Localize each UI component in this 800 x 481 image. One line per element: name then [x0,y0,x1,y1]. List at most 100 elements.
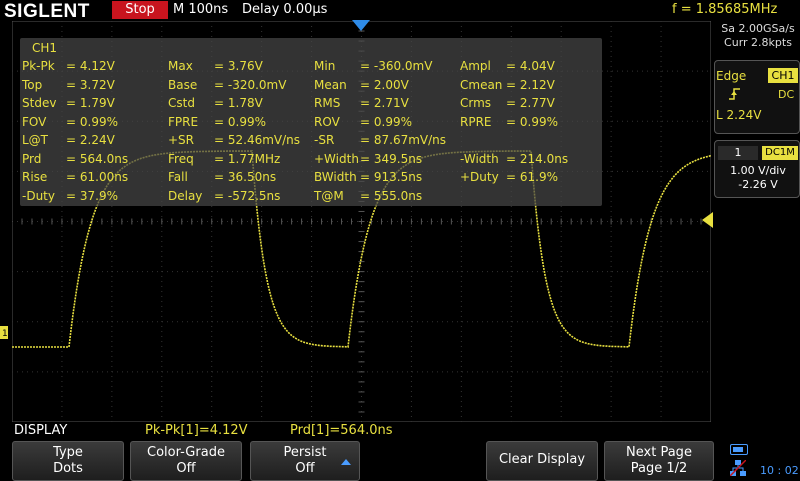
measurement-value: = 555.0ns [360,188,423,203]
measurement-value: = 52.46mV/ns [214,133,301,147]
channel-number: 1 [718,146,758,160]
measurement-value: = 564.0ns [66,151,129,166]
rising-edge-icon [729,88,740,100]
run-stop-indicator[interactable]: Stop [112,1,168,19]
measurement-label: Freq [168,151,194,166]
measurement-value: = -360.0mV [360,59,433,73]
persist-softkey[interactable]: Persist Off [250,441,360,481]
next-page-softkey[interactable]: Next Page Page 1/2 [604,441,714,481]
measurement-value: = 1.77MHz [214,151,281,166]
channel-scale: 1.00 V/div [730,164,786,177]
trigger-level: L 2.24V [716,108,762,122]
persist-value: Off [295,461,315,476]
measurement-value: = 0.99% [214,114,266,129]
trigger-source: CH1 [768,68,798,83]
color-grade-value: Off [176,461,196,476]
measurement-value: = 61.00ns [66,170,129,184]
measurement-value: = 1.78V [214,96,263,110]
trigger-level-marker-icon[interactable] [702,212,713,228]
measurement-value: = -320.0mV [214,77,287,92]
measurement-label: -Width [460,151,499,166]
measurement-value: = 913.5ns [360,170,423,184]
measurement-value: = 2.77V [506,96,555,110]
measurement-label: L@T [22,133,49,147]
frequency-counter: f = 1.85685MHz [672,2,778,17]
measurement-label: RPRE [460,114,492,129]
color-grade-softkey[interactable]: Color-Grade Off [130,441,242,481]
measurement-value: = 214.0ns [506,151,569,166]
measurement-label: Stdev [22,96,57,110]
measure-readout-prd: Prd[1]=564.0ns [290,423,393,438]
type-label: Type [53,445,83,460]
measurement-label: +Duty [460,170,499,184]
type-softkey[interactable]: Type Dots [12,441,124,481]
measure-readout-pkpk: Pk-Pk[1]=4.12V [145,423,248,438]
measurement-value: = 3.76V [214,59,263,73]
channel-coupling: DC1M [762,146,798,160]
measurement-label: Pk-Pk [22,59,55,73]
memory-depth: Curr 2.8kpts [724,36,792,49]
trigger-position-marker-icon[interactable] [352,20,370,32]
ch1-offset-marker-icon[interactable]: 1 [0,326,9,340]
measurement-label: ROV [314,114,340,129]
measurement-value: = 0.99% [360,114,412,129]
measurement-label: +SR [168,133,195,147]
measurement-label: Crms [460,96,492,110]
timebase-readout[interactable]: M 100ns [173,2,228,17]
svg-text:1: 1 [2,329,8,339]
chevron-up-icon [341,459,351,465]
measurement-label: Prd [22,151,42,166]
menu-name: DISPLAY [14,423,68,438]
measurement-value: = 37.9% [66,188,118,203]
color-grade-label: Color-Grade [147,445,225,460]
measurement-panel-title: CH1 [32,41,58,55]
brand-logo: SIGLENT [4,1,90,22]
measurement-label: Delay [168,188,203,203]
measurement-label: T@M [314,188,344,203]
measurement-value: = 36.50ns [214,170,277,184]
clear-display-button[interactable]: Clear Display [486,441,598,481]
measurement-label: Ampl [460,59,491,73]
measurement-label: Top [22,77,43,92]
trigger-coupling: DC [778,88,795,101]
clock: 10 : 02 [760,464,799,477]
measurement-label: RMS [314,96,341,110]
measurement-label: FOV [22,114,47,129]
measurement-label: Fall [168,170,188,184]
next-page-label: Next Page [626,445,692,460]
measurement-value: = 1.79V [66,96,115,110]
type-value: Dots [53,461,83,476]
measurement-label: Min [314,59,336,73]
measurement-value: = 61.9% [506,170,558,184]
measurement-label: Max [168,59,193,73]
measurement-label: FPRE [168,114,199,129]
measurement-label: -SR [314,133,335,147]
sample-rate: Sa 2.00GSa/s [721,22,795,35]
delay-readout[interactable]: Delay 0.00µs [242,2,327,17]
measurement-label: Cstd [168,96,195,110]
measurement-value: = 4.04V [506,59,555,73]
network-icon [730,460,746,476]
measurement-label: Rise [22,170,48,184]
acquisition-info: Sa 2.00GSa/s Curr 2.8kpts [716,22,800,50]
measurement-value: = 87.67mV/ns [360,133,447,147]
measurement-value: = 2.00V [360,77,409,92]
trigger-type: Edge [716,69,747,83]
measurement-value: = 0.99% [66,114,118,129]
clear-display-label: Clear Display [498,452,586,467]
measurement-value: = 2.24V [66,133,115,147]
measurement-label: Cmean [460,77,503,92]
page-indicator: Page 1/2 [630,461,688,476]
channel-offset: -2.26 V [738,178,778,191]
measurement-label: -Duty [22,188,55,203]
measurement-value: = 2.12V [506,77,555,92]
measurement-value: = 0.99% [506,114,558,129]
usb-icon-fill [733,447,743,452]
measurement-label: BWidth [314,170,357,184]
measurement-value: = 2.71V [360,96,409,110]
measurement-value: = 349.5ns [360,151,423,166]
measurement-value: = 3.72V [66,77,115,92]
measurement-label: Base [168,77,198,92]
measurement-label: Mean [314,77,347,92]
measurement-value: = 4.12V [66,59,115,73]
